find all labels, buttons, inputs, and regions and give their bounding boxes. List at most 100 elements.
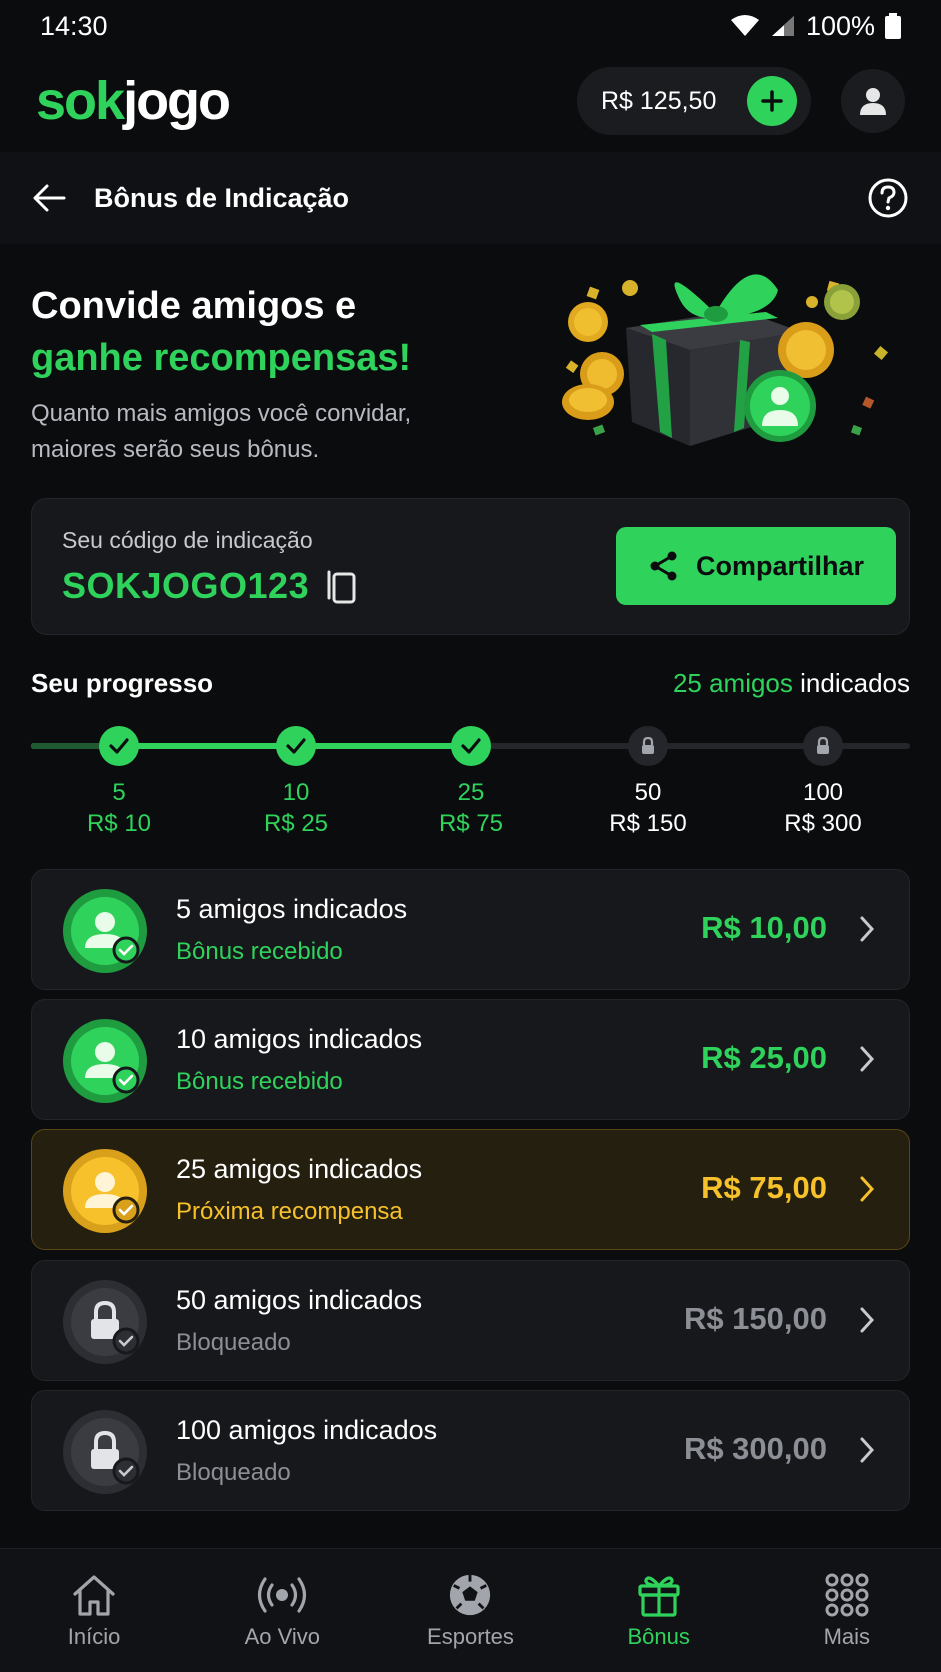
share-icon — [650, 551, 677, 581]
lock-badge-icon — [63, 1410, 147, 1494]
tier-amount: R$ 75,00 — [701, 1170, 827, 1205]
chevron-right-icon — [860, 1307, 875, 1333]
milestone-100: 100 R$ 300 — [763, 726, 883, 840]
milestone-25: 25 R$ 75 — [411, 726, 531, 840]
chevron-right-icon — [860, 916, 875, 942]
logo-part-sok: sok — [36, 71, 125, 131]
milestone-reward: R$ 75 — [438, 810, 504, 837]
gift-coins-illustration — [562, 274, 889, 446]
user-badge-icon — [63, 889, 147, 973]
grid-dots-icon — [825, 1573, 869, 1616]
milestone-50: 50 R$ 150 — [588, 726, 708, 840]
milestone-reward: R$ 10 — [86, 810, 152, 837]
page-title: Bônus de Indicação — [94, 182, 350, 213]
nav-label: Esportes — [427, 1623, 514, 1649]
milestone-check-dot — [451, 726, 491, 766]
header-actions: R$ 125,50 — [577, 67, 905, 135]
balance-pill[interactable]: R$ 125,50 — [577, 67, 811, 135]
referral-code-value[interactable]: SOKJOGO123 — [62, 565, 309, 607]
lock-icon — [817, 737, 829, 754]
tier-row-5[interactable]: 5 amigos indicados Bônus recebido R$ 10,… — [31, 869, 910, 990]
user-badge-icon — [63, 1019, 147, 1103]
tier-row-10[interactable]: 10 amigos indicados Bônus recebido R$ 25… — [31, 999, 910, 1120]
wifi-icon — [730, 15, 759, 36]
user-badge-icon — [63, 1149, 147, 1233]
progress-count-suffix: indicados — [800, 668, 910, 698]
tier-title: 25 amigos indicados — [176, 1154, 423, 1184]
tier-title: 100 amigos indicados — [176, 1415, 438, 1445]
share-button-label: Compartilhar — [695, 550, 865, 581]
progress-count: 25 amigos indicados — [673, 668, 910, 699]
milestone-lock-dot — [628, 726, 668, 766]
tier-row-25[interactable]: 25 amigos indicados Próxima recompensa R… — [31, 1129, 910, 1250]
nav-item-ao-vivo[interactable]: Ao Vivo — [207, 1572, 357, 1650]
nav-label: Início — [67, 1623, 121, 1649]
tier-amount: R$ 10,00 — [701, 910, 827, 945]
bottom-nav: Início Ao Vivo Esportes Bônus Mais — [0, 1548, 941, 1672]
hero-title-line1: Convide amigos e — [31, 285, 357, 327]
check-icon — [461, 738, 481, 754]
milestone-lock-dot — [803, 726, 843, 766]
tier-row-100[interactable]: 100 amigos indicados Bloqueado R$ 300,00 — [31, 1390, 910, 1511]
milestone-reward: R$ 300 — [784, 810, 862, 837]
milestone-count: 10 — [282, 779, 310, 806]
gift-icon — [638, 1575, 680, 1617]
milestone-10: 10 R$ 25 — [236, 726, 356, 840]
profile-button[interactable] — [841, 69, 905, 133]
share-button[interactable]: Compartilhar — [616, 527, 896, 605]
tier-title: 10 amigos indicados — [176, 1024, 423, 1054]
milestone-count: 50 — [634, 779, 662, 806]
milestone-reward: R$ 25 — [263, 810, 329, 837]
milestone-check-dot — [276, 726, 316, 766]
status-icons: 100% — [730, 11, 901, 42]
lock-icon — [642, 737, 654, 754]
live-broadcast-icon — [258, 1576, 307, 1613]
tier-title: 5 amigos indicados — [176, 894, 408, 924]
check-icon — [109, 738, 129, 754]
tier-amount: R$ 25,00 — [701, 1040, 827, 1075]
logo-part-jogo: jogo — [123, 71, 231, 131]
tier-title: 50 amigos indicados — [176, 1285, 423, 1315]
nav-item-mais[interactable]: Mais — [772, 1572, 922, 1650]
tier-amount: R$ 300,00 — [683, 1431, 827, 1466]
milestone-count: 5 — [112, 779, 126, 806]
battery-percent: 100% — [805, 10, 875, 41]
nav-label: Bônus — [627, 1623, 690, 1649]
soccer-ball-icon — [450, 1574, 491, 1615]
milestone-5: 5 R$ 10 — [59, 726, 179, 840]
referral-code-card: Seu código de indicação SOKJOGO123 Compa… — [31, 498, 910, 635]
copy-icon[interactable] — [323, 568, 357, 604]
app-header: sokjogo R$ 125,50 — [0, 52, 941, 150]
battery-icon — [885, 13, 901, 39]
tier-status: Bloqueado — [176, 1459, 291, 1486]
balance-amount: R$ 125,50 — [601, 86, 717, 115]
milestone-check-dot — [99, 726, 139, 766]
nav-item-inicio[interactable]: Início — [19, 1572, 169, 1650]
lock-badge-icon — [63, 1280, 147, 1364]
referral-code-label: Seu código de indicação — [62, 527, 313, 553]
page-header-left: Bônus de Indicação — [32, 183, 349, 214]
tier-row-50[interactable]: 50 amigos indicados Bloqueado R$ 150,00 — [31, 1260, 910, 1381]
chevron-right-icon — [860, 1176, 875, 1202]
tier-status: Próxima recompensa — [176, 1198, 403, 1225]
milestone-count: 100 — [802, 779, 844, 806]
nav-label: Mais — [823, 1623, 871, 1649]
back-arrow-icon[interactable] — [32, 183, 66, 213]
hero-subtitle: Quanto mais amigos você convidar, maiore… — [31, 400, 412, 463]
nav-label: Ao Vivo — [244, 1623, 320, 1649]
tier-status: Bloqueado — [176, 1329, 291, 1356]
progress-count-number: 25 amigos — [672, 668, 793, 698]
nav-item-bonus[interactable]: Bônus — [584, 1572, 734, 1650]
nav-item-esportes[interactable]: Esportes — [395, 1572, 545, 1650]
deposit-button[interactable] — [747, 76, 797, 126]
plus-icon — [761, 90, 783, 112]
help-icon[interactable] — [867, 177, 909, 219]
hero-title-line2: ganhe recompensas! — [31, 337, 412, 379]
tier-status: Bônus recebido — [176, 938, 343, 965]
progress-header: Seu progresso 25 amigos indicados — [31, 668, 910, 699]
status-bar: 14:30 100% — [0, 0, 941, 52]
sokjogo-logo[interactable]: sokjogo — [36, 71, 231, 131]
user-icon — [860, 88, 886, 115]
cell-signal-icon — [771, 16, 794, 36]
referral-code-row: SOKJOGO123 — [62, 565, 357, 607]
